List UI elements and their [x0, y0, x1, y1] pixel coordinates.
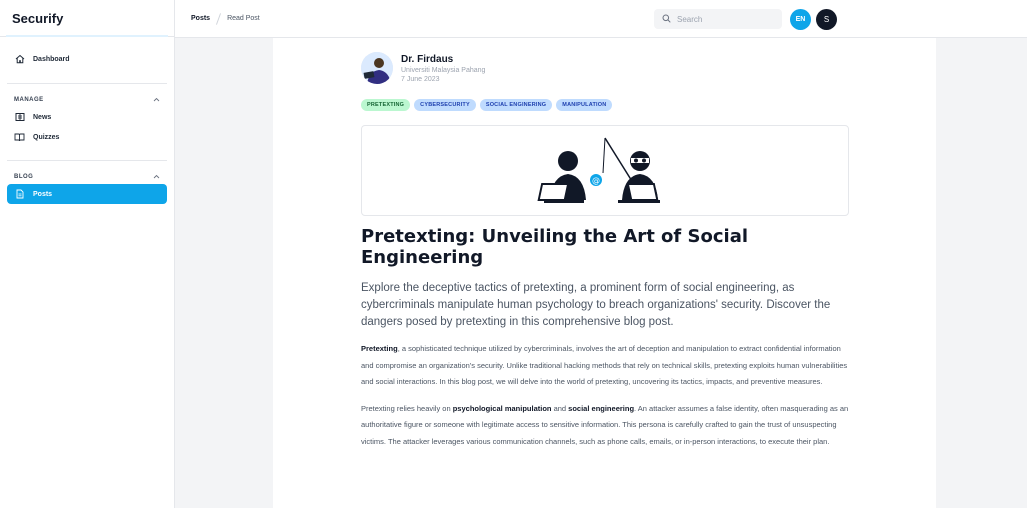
sidebar-item-dashboard[interactable]: Dashboard [7, 49, 167, 69]
chevron-up-icon [153, 97, 160, 104]
bold-term: Pretexting [361, 344, 398, 353]
post-paragraph: Pretexting, a sophisticated technique ut… [361, 341, 851, 391]
post-content: Dr. Firdaus Universiti Malaysia Pahang 7… [273, 38, 936, 508]
paragraph-text: , a sophisticated technique utilized by … [361, 344, 848, 386]
sidebar-item-news[interactable]: News [7, 107, 167, 127]
sidebar-item-label: Dashboard [33, 55, 70, 63]
topbar: Posts Read Post [175, 0, 1027, 38]
tag-social-engineering[interactable]: SOCIAL ENGINERING [479, 99, 553, 111]
bold-term: psychological manipulation [452, 403, 552, 413]
section-blog[interactable]: BLOG [7, 170, 167, 184]
bold-term: social engineering [568, 403, 635, 413]
section-label: BLOG [14, 174, 34, 180]
home-icon [14, 54, 25, 65]
search-box[interactable] [654, 9, 782, 29]
book-icon [14, 132, 25, 143]
hero-image: @ [361, 125, 849, 216]
post-paragraph: Pretexting relies heavily on psychologic… [361, 401, 851, 451]
svg-text:@: @ [592, 176, 600, 185]
tag-list: PRETEXTING CYBERSECURITY SOCIAL ENGINERI… [361, 99, 851, 111]
paragraph-text: Pretexting relies heavily on [361, 403, 453, 413]
post-date: 7 June 2023 [401, 75, 440, 83]
document-icon [14, 189, 25, 200]
tag-cybersecurity[interactable]: CYBERSECURITY [414, 99, 476, 111]
sidebar: Securify Dashboard MANAGE News Quizzes B… [0, 0, 175, 508]
user-avatar[interactable]: S [816, 9, 837, 30]
language-button[interactable]: EN [790, 9, 811, 30]
breadcrumb-separator [216, 12, 222, 25]
phishing-illustration-icon: @ [537, 137, 660, 203]
sidebar-item-quizzes[interactable]: Quizzes [7, 127, 167, 147]
newspaper-icon [14, 112, 25, 123]
search-input[interactable] [677, 14, 777, 24]
breadcrumb-posts[interactable]: Posts [191, 15, 210, 22]
app-logo[interactable]: Securify [0, 0, 174, 37]
sidebar-item-label: Posts [33, 190, 53, 198]
author-name[interactable]: Dr. Firdaus [401, 54, 485, 65]
author-affiliation: Universiti Malaysia Pahang [401, 66, 486, 74]
post-title: Pretexting: Unveiling the Art of Social … [361, 226, 749, 268]
post-lead: Explore the deceptive tactics of pretext… [361, 282, 831, 328]
paragraph-text: and [551, 403, 569, 413]
breadcrumb: Posts Read Post [175, 12, 260, 25]
avatar[interactable] [361, 52, 393, 84]
section-label: MANAGE [14, 97, 44, 103]
chevron-up-icon [153, 174, 160, 181]
section-manage[interactable]: MANAGE [7, 93, 167, 107]
tag-manipulation[interactable]: MANIPULATION [556, 99, 613, 111]
sidebar-item-label: Quizzes [33, 133, 60, 141]
author-block: Dr. Firdaus Universiti Malaysia Pahang 7… [361, 52, 851, 84]
search-icon [662, 10, 671, 28]
breadcrumb-current: Read Post [227, 15, 260, 22]
sidebar-item-posts[interactable]: Posts [7, 184, 167, 204]
sidebar-item-label: News [33, 113, 52, 121]
tag-pretexting[interactable]: PRETEXTING [361, 99, 411, 111]
